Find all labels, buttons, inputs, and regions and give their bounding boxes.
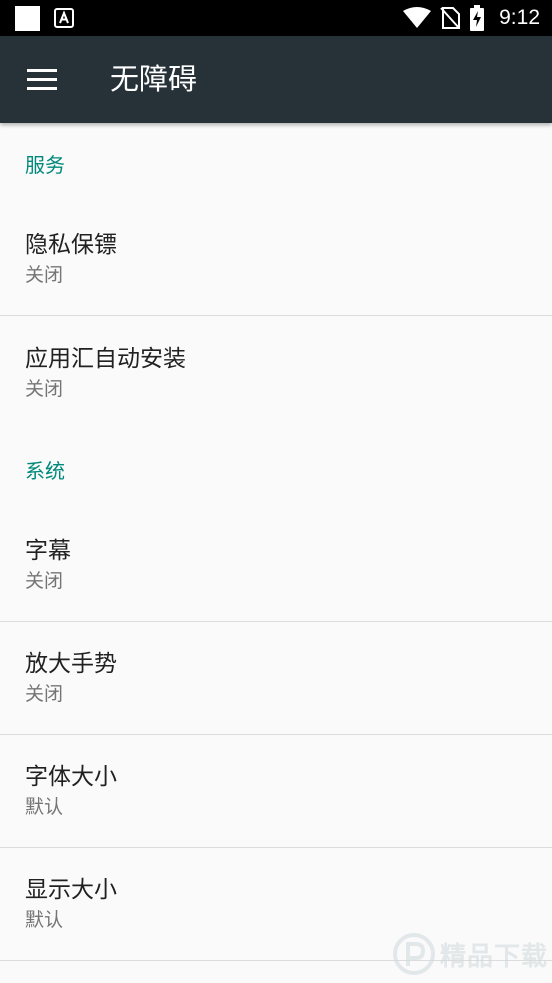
pref-title: 字幕 [25,538,71,564]
section-header-services: 服务 [25,152,65,177]
pref-title: 放大手势 [25,651,117,677]
notification-a-icon [54,8,74,28]
pref-item-privacy-guard[interactable]: 隐私保镖 关闭 [0,203,552,316]
no-sim-icon [440,7,461,29]
pref-summary: 关闭 [25,683,64,705]
pref-item-captions[interactable]: 字幕 关闭 [0,509,552,622]
p-logo-icon [393,933,435,975]
pref-summary: 关闭 [25,570,64,592]
battery-charging-icon [470,5,485,31]
pref-item-magnification-gestures[interactable]: 放大手势 关闭 [0,622,552,735]
section-header-system: 系统 [25,458,65,483]
app-bar: 无障碍 [0,36,552,123]
watermark-text: 精品下载 [440,941,549,972]
status-time: 9:12 [499,6,540,29]
pref-summary: 关闭 [25,377,64,400]
menu-button[interactable] [22,60,62,100]
watermark: 精品下载 [392,926,548,982]
hamburger-menu-icon [27,69,57,90]
status-bar: 9:12 [0,0,552,36]
page-title: 无障碍 [110,62,198,96]
pref-title: 应用汇自动安装 [25,345,186,372]
notification-square-icon [15,6,40,31]
pref-summary: 关闭 [25,264,64,286]
pref-summary: 默认 [25,796,64,818]
wifi-icon [403,7,432,28]
pref-title: 字体大小 [25,764,117,790]
settings-list: 服务 隐私保镖 关闭 应用汇自动安装 关闭 系统 字幕 关闭 放大手势 关闭 字… [0,123,552,961]
pref-title: 隐私保镖 [25,232,117,258]
pref-title: 显示大小 [25,877,117,903]
pref-item-font-size[interactable]: 字体大小 默认 [0,735,552,848]
pref-item-app-auto-install[interactable]: 应用汇自动安装 关闭 [0,316,552,429]
